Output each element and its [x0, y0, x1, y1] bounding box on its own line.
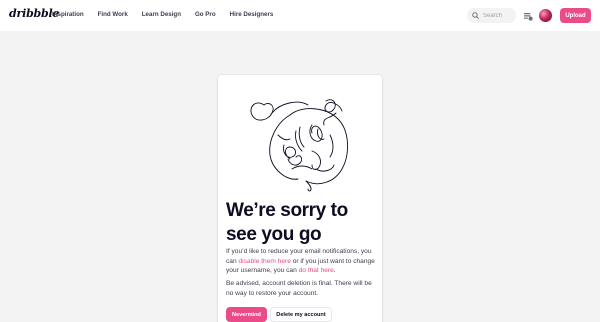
nav-go-pro[interactable]: Go Pro: [195, 11, 216, 18]
nav-learn-design[interactable]: Learn Design: [142, 11, 181, 18]
delete-account-card: We’re sorry to see you go If you’d like …: [218, 75, 382, 322]
notifications-icon[interactable]: [523, 11, 533, 21]
disable-notifications-link[interactable]: disable them here: [238, 258, 290, 265]
avatar[interactable]: [539, 9, 552, 22]
nevermind-button[interactable]: Nevermind: [226, 307, 267, 322]
page-title: We’re sorry to see you go: [226, 200, 348, 245]
search-box[interactable]: [467, 8, 516, 23]
delete-account-button[interactable]: Delete my account: [270, 307, 332, 322]
nav-hire-designers[interactable]: Hire Designers: [230, 11, 274, 18]
deletion-warning-text: Be advised, account deletion is final. T…: [226, 280, 372, 297]
main-nav: Inspiration Find Work Learn Design Go Pr…: [52, 11, 273, 18]
notification-options-text: If you’d like to reduce your email notif…: [226, 247, 376, 276]
p1-end: .: [333, 267, 336, 275]
upload-button[interactable]: Upload: [560, 8, 591, 23]
nav-inspiration[interactable]: Inspiration: [52, 11, 84, 18]
change-username-link[interactable]: do that here: [299, 267, 334, 274]
search-icon: [472, 12, 479, 19]
search-input[interactable]: [483, 12, 515, 19]
top-nav-bar: dribbble Inspiration Find Work Learn Des…: [0, 0, 600, 31]
nav-find-work[interactable]: Find Work: [98, 11, 128, 18]
scribble-illustration: [250, 99, 348, 192]
